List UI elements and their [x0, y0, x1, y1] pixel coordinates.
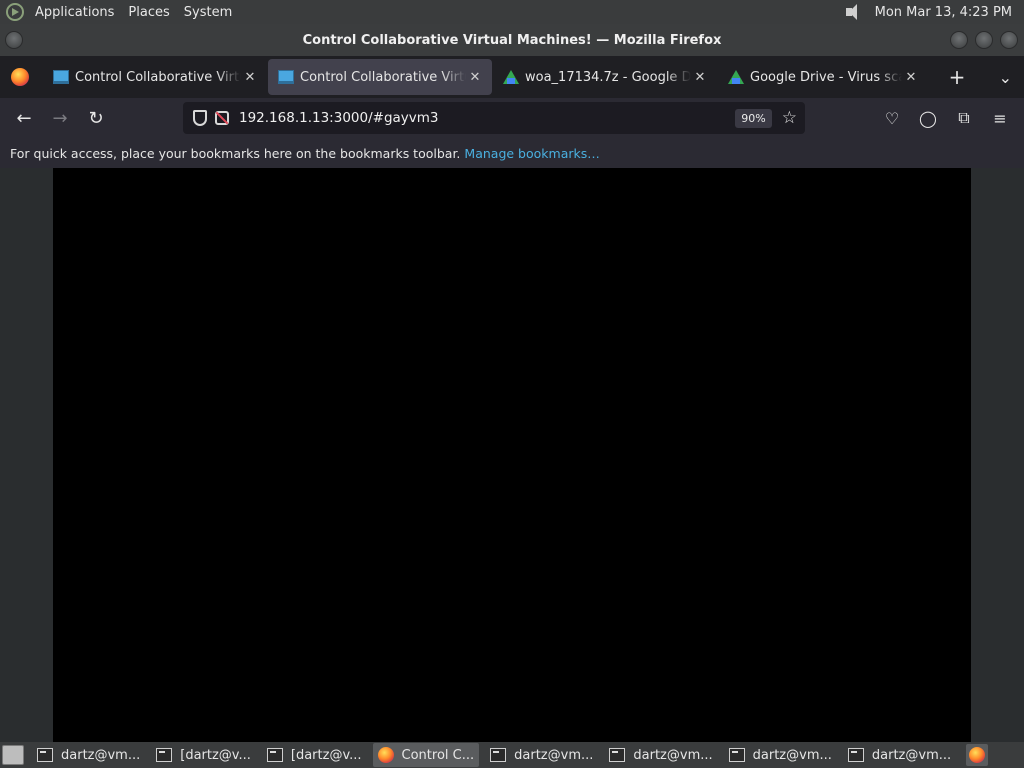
tab-title: Google Drive - Virus scan warning — [750, 69, 902, 85]
url-text[interactable]: 192.168.1.13:3000/#gayvm3 — [239, 110, 439, 126]
taskbar-item-label: dartz@vm... — [633, 747, 713, 763]
taskbar-item-label: [dartz@v... — [290, 747, 362, 763]
vm-display-canvas[interactable] — [53, 168, 971, 742]
tab-control-vm-2[interactable]: Control Collaborative Virtual Machines! … — [268, 59, 492, 95]
show-desktop-icon[interactable] — [2, 745, 24, 765]
bookmarks-toolbar: For quick access, place your bookmarks h… — [0, 138, 1024, 168]
maximize-button[interactable] — [975, 31, 993, 49]
taskbar-item-firefox[interactable]: Control C... — [372, 743, 480, 767]
taskbar-item-terminal[interactable]: dartz@vm... — [724, 743, 837, 767]
panel-clock[interactable]: Mon Mar 13, 4:23 PM — [875, 5, 1012, 20]
window-title: Control Collaborative Virtual Machines! … — [302, 32, 722, 48]
panel-tray: Mon Mar 13, 4:23 PM — [845, 3, 1024, 21]
tab-title: Control Collaborative Virtual Machines! — [75, 69, 241, 85]
toolbar-right-icons: ♡ ◯ ⧉ ≡ — [874, 102, 1018, 134]
monitor-icon — [278, 70, 294, 84]
firefox-view-icon[interactable] — [11, 68, 29, 86]
terminal-icon — [609, 748, 626, 762]
taskbar-item-terminal[interactable]: [dartz@v... — [151, 743, 256, 767]
terminal-icon — [490, 748, 507, 762]
window-menu-button[interactable] — [5, 31, 23, 49]
taskbar-item-label: dartz@vm... — [871, 747, 952, 763]
menu-places[interactable]: Places — [121, 5, 176, 20]
taskbar-item-terminal[interactable]: dartz@vm... — [843, 743, 956, 767]
top-panel: Applications Places System Mon Mar 13, 4… — [0, 0, 1024, 24]
terminal-icon — [266, 748, 283, 762]
bookmark-star-icon[interactable]: ☆ — [782, 108, 797, 128]
taskbar-item-terminal[interactable]: [dartz@v... — [262, 743, 367, 767]
bookmarks-toolbar-message: For quick access, place your bookmarks h… — [10, 145, 461, 161]
tab-close-icon[interactable]: ✕ — [904, 70, 918, 85]
firefox-launcher-icon[interactable] — [966, 744, 989, 766]
monitor-icon — [53, 70, 69, 84]
applications-logo-icon[interactable] — [6, 3, 24, 21]
tracking-protection-shield-icon[interactable] — [193, 110, 207, 126]
list-all-tabs-chevron-icon[interactable]: ⌄ — [999, 68, 1012, 87]
hamburger-menu-icon[interactable]: ≡ — [982, 102, 1018, 134]
taskbar-item-terminal[interactable]: dartz@vm... — [604, 743, 717, 767]
taskbar-item-label: dartz@vm... — [752, 747, 832, 763]
tab-close-icon[interactable]: ✕ — [693, 70, 707, 85]
new-tab-plus-icon[interactable]: + — [947, 65, 967, 89]
tab-google-drive-woa[interactable]: woa_17134.7z - Google Drive ✕ — [493, 59, 717, 95]
tab-close-icon[interactable]: ✕ — [243, 70, 257, 85]
account-icon[interactable]: ◯ — [910, 102, 946, 134]
window-titlebar[interactable]: Control Collaborative Virtual Machines! … — [0, 24, 1024, 56]
taskbar-item-label: [dartz@v... — [180, 747, 251, 763]
terminal-icon — [847, 748, 864, 762]
taskbar-item-label: dartz@vm... — [514, 747, 594, 763]
tab-title: Control Collaborative Virtual Machines! — [300, 69, 466, 85]
close-window-button[interactable] — [1000, 31, 1018, 49]
page-content — [0, 168, 1024, 742]
back-arrow-icon[interactable]: ← — [6, 102, 42, 134]
bottom-taskbar: dartz@vm... [dartz@v... [dartz@v... Cont… — [0, 742, 1024, 768]
terminal-icon — [156, 748, 173, 762]
tab-google-drive-virus-scan[interactable]: Google Drive - Virus scan warning ✕ — [718, 59, 928, 95]
zoom-level-badge[interactable]: 90% — [735, 108, 772, 128]
terminal-icon — [37, 748, 53, 762]
navigation-toolbar: ← → ↻ 192.168.1.13:3000/#gayvm3 90% ☆ ♡ … — [0, 98, 1024, 138]
minimize-button[interactable] — [950, 31, 968, 49]
volume-icon[interactable] — [845, 3, 865, 21]
forward-arrow-icon[interactable]: → — [42, 102, 78, 134]
manage-bookmarks-link[interactable]: Manage bookmarks… — [464, 146, 599, 161]
taskbar-item-label: Control C... — [401, 747, 475, 763]
menu-applications[interactable]: Applications — [28, 5, 121, 20]
tab-title: woa_17134.7z - Google Drive — [525, 69, 691, 85]
taskbar-item-terminal[interactable]: dartz@vm... — [485, 743, 598, 767]
insecure-lock-icon[interactable] — [215, 111, 229, 125]
pocket-icon[interactable]: ♡ — [874, 102, 910, 134]
google-drive-icon — [728, 70, 744, 84]
terminal-icon — [728, 748, 745, 762]
tab-control-vm-1[interactable]: Control Collaborative Virtual Machines! … — [43, 59, 267, 95]
taskbar-item-label: dartz@vm... — [61, 747, 141, 763]
firefox-icon — [969, 747, 986, 763]
reload-icon[interactable]: ↻ — [78, 102, 114, 134]
extensions-puzzle-icon[interactable]: ⧉ — [946, 102, 982, 134]
tab-strip: Control Collaborative Virtual Machines! … — [0, 56, 1024, 98]
google-drive-icon — [503, 70, 519, 84]
url-bar[interactable]: 192.168.1.13:3000/#gayvm3 90% ☆ — [183, 102, 805, 134]
tab-close-icon[interactable]: ✕ — [468, 70, 482, 85]
firefox-icon — [377, 747, 394, 763]
menu-system[interactable]: System — [177, 5, 239, 20]
taskbar-item-terminal[interactable]: dartz@vm... — [32, 743, 145, 767]
